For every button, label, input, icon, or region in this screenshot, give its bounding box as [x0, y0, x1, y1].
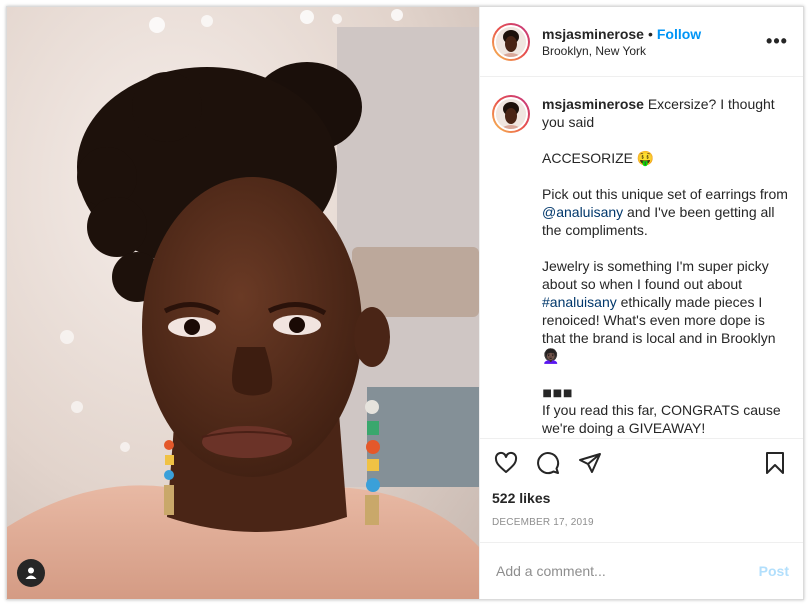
caption-line: ◾◾◾: [542, 384, 573, 400]
tagged-users-button[interactable]: [17, 559, 45, 587]
header-text: msjasminerose • Follow Brooklyn, New York: [542, 25, 765, 59]
caption-avatar[interactable]: [492, 95, 530, 133]
heart-icon: [494, 451, 518, 473]
mention-link[interactable]: @analuisany: [542, 204, 623, 220]
avatar-image: [496, 26, 526, 57]
save-button[interactable]: [761, 449, 789, 477]
caption-text: Jewelry is something I'm super picky abo…: [542, 258, 769, 292]
more-options-icon[interactable]: •••: [765, 30, 789, 54]
post-window: msjasminerose • Follow Brooklyn, New York …: [6, 6, 804, 600]
post-comment-button[interactable]: Post: [759, 563, 789, 579]
like-button[interactable]: [492, 449, 520, 477]
user-icon: [25, 567, 37, 579]
post-date[interactable]: DECEMBER 17, 2019: [492, 517, 789, 542]
caption-line: If you read this far, CONGRATS cause we'…: [542, 402, 781, 436]
avatar-image: [496, 99, 526, 129]
share-button[interactable]: [576, 449, 604, 477]
bookmark-icon: [766, 452, 784, 474]
action-bar: [492, 439, 789, 487]
portrait-image: [7, 7, 479, 599]
share-icon: [579, 453, 601, 473]
caption-username[interactable]: msjasminerose: [542, 96, 644, 112]
post-actions-section: 522 likes DECEMBER 17, 2019: [480, 438, 803, 542]
caption-text: Pick out this unique set of earrings fro…: [542, 186, 788, 202]
author-username[interactable]: msjasminerose: [542, 26, 644, 42]
post-photo[interactable]: [7, 7, 479, 599]
author-avatar[interactable]: [492, 22, 530, 61]
post-location[interactable]: Brooklyn, New York: [542, 43, 765, 59]
post-header: msjasminerose • Follow Brooklyn, New York …: [480, 7, 803, 77]
comment-icon: [537, 452, 560, 475]
post-caption: msjasminerose Excersize? I thought you s…: [542, 95, 789, 438]
likes-count[interactable]: 522 likes: [492, 489, 789, 507]
caption-section: msjasminerose Excersize? I thought you s…: [480, 77, 803, 438]
follow-button[interactable]: Follow: [657, 26, 701, 42]
post-side-panel: msjasminerose • Follow Brooklyn, New York …: [479, 7, 803, 599]
caption-line: ACCESORIZE 🤑: [542, 150, 655, 166]
comment-input[interactable]: [494, 562, 759, 580]
comment-button[interactable]: [534, 449, 562, 477]
separator-dot: •: [647, 25, 653, 42]
hashtag-link[interactable]: #analuisany: [542, 294, 617, 310]
add-comment-section: Post: [480, 542, 803, 599]
